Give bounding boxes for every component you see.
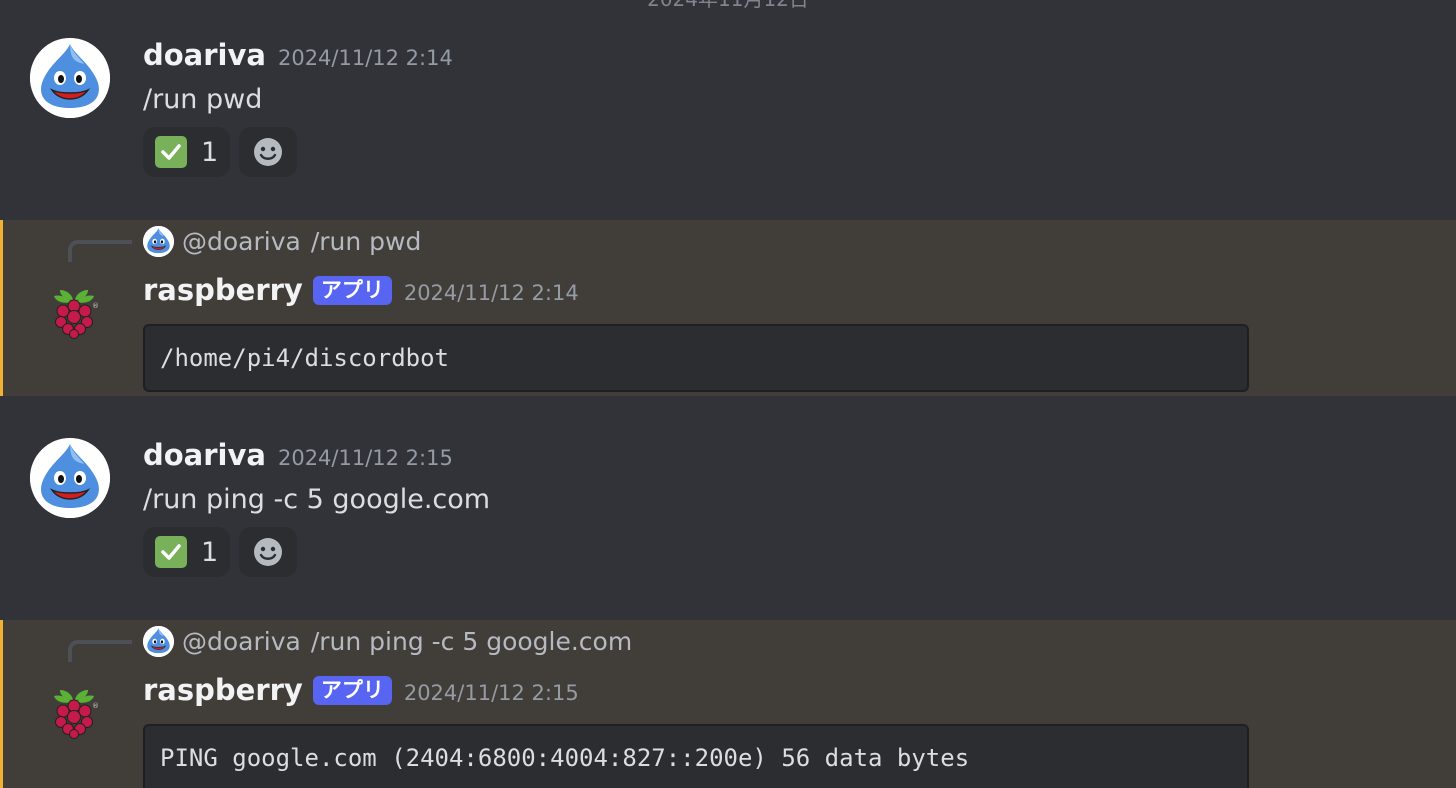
username[interactable]: doariva bbox=[143, 438, 266, 472]
message-2[interactable]: @doariva /run pwd raspberry アプリ 2024/11/… bbox=[0, 220, 1456, 396]
message-header: doariva 2024/11/12 2:14 bbox=[143, 38, 453, 72]
message-header: raspberry アプリ 2024/11/12 2:15 bbox=[143, 673, 579, 707]
slime-avatar-icon[interactable] bbox=[30, 438, 110, 518]
message-3[interactable]: doariva 2024/11/12 2:15 /run ping -c 5 g… bbox=[0, 396, 1456, 620]
username[interactable]: raspberry bbox=[143, 673, 303, 707]
add-reaction-icon bbox=[252, 136, 284, 168]
raspberry-pi-logo-icon[interactable] bbox=[46, 684, 102, 740]
slime-avatar-icon bbox=[143, 626, 174, 657]
reply-text: /run ping -c 5 google.com bbox=[310, 627, 633, 656]
slime-avatar-icon[interactable] bbox=[30, 38, 110, 118]
slime-avatar-icon bbox=[143, 226, 174, 257]
reply-username[interactable]: @doariva bbox=[182, 227, 301, 256]
reaction-count: 1 bbox=[201, 136, 219, 168]
check-reaction[interactable]: 1 bbox=[143, 127, 231, 177]
message-content: /run pwd bbox=[143, 84, 263, 115]
code-block: PING google.com (2404:6800:4004:827::200… bbox=[143, 724, 1249, 788]
reaction-count: 1 bbox=[201, 536, 219, 568]
message-content: /run ping -c 5 google.com bbox=[143, 484, 491, 515]
reply-connector bbox=[68, 240, 132, 262]
add-reaction-button[interactable] bbox=[239, 527, 298, 577]
reply-preview[interactable]: @doariva /run ping -c 5 google.com bbox=[143, 626, 632, 657]
username[interactable]: raspberry bbox=[143, 273, 303, 307]
reply-text: /run pwd bbox=[310, 227, 422, 256]
message-header: doariva 2024/11/12 2:15 bbox=[143, 438, 453, 472]
white-check-mark-icon bbox=[155, 536, 187, 568]
code-block: /home/pi4/discordbot bbox=[143, 324, 1249, 392]
add-reaction-button[interactable] bbox=[239, 127, 298, 177]
reply-username[interactable]: @doariva bbox=[182, 627, 301, 656]
reactions: 1 bbox=[143, 527, 298, 577]
app-badge: アプリ bbox=[312, 275, 392, 305]
timestamp: 2024/11/12 2:14 bbox=[277, 46, 453, 70]
username[interactable]: doariva bbox=[143, 38, 266, 72]
check-reaction[interactable]: 1 bbox=[143, 527, 231, 577]
message-4[interactable]: @doariva /run ping -c 5 google.com raspb… bbox=[0, 620, 1456, 788]
reply-preview[interactable]: @doariva /run pwd bbox=[143, 226, 421, 257]
app-badge: アプリ bbox=[312, 675, 392, 705]
timestamp: 2024/11/12 2:15 bbox=[277, 446, 453, 470]
timestamp: 2024/11/12 2:15 bbox=[403, 681, 579, 705]
reply-connector bbox=[68, 640, 132, 662]
message-header: raspberry アプリ 2024/11/12 2:14 bbox=[143, 273, 579, 307]
add-reaction-icon bbox=[252, 536, 284, 568]
reactions: 1 bbox=[143, 127, 298, 177]
white-check-mark-icon bbox=[155, 136, 187, 168]
message-1[interactable]: doariva 2024/11/12 2:14 /run pwd 1 bbox=[0, 0, 1456, 220]
timestamp: 2024/11/12 2:14 bbox=[403, 281, 579, 305]
raspberry-pi-logo-icon[interactable] bbox=[46, 284, 102, 340]
